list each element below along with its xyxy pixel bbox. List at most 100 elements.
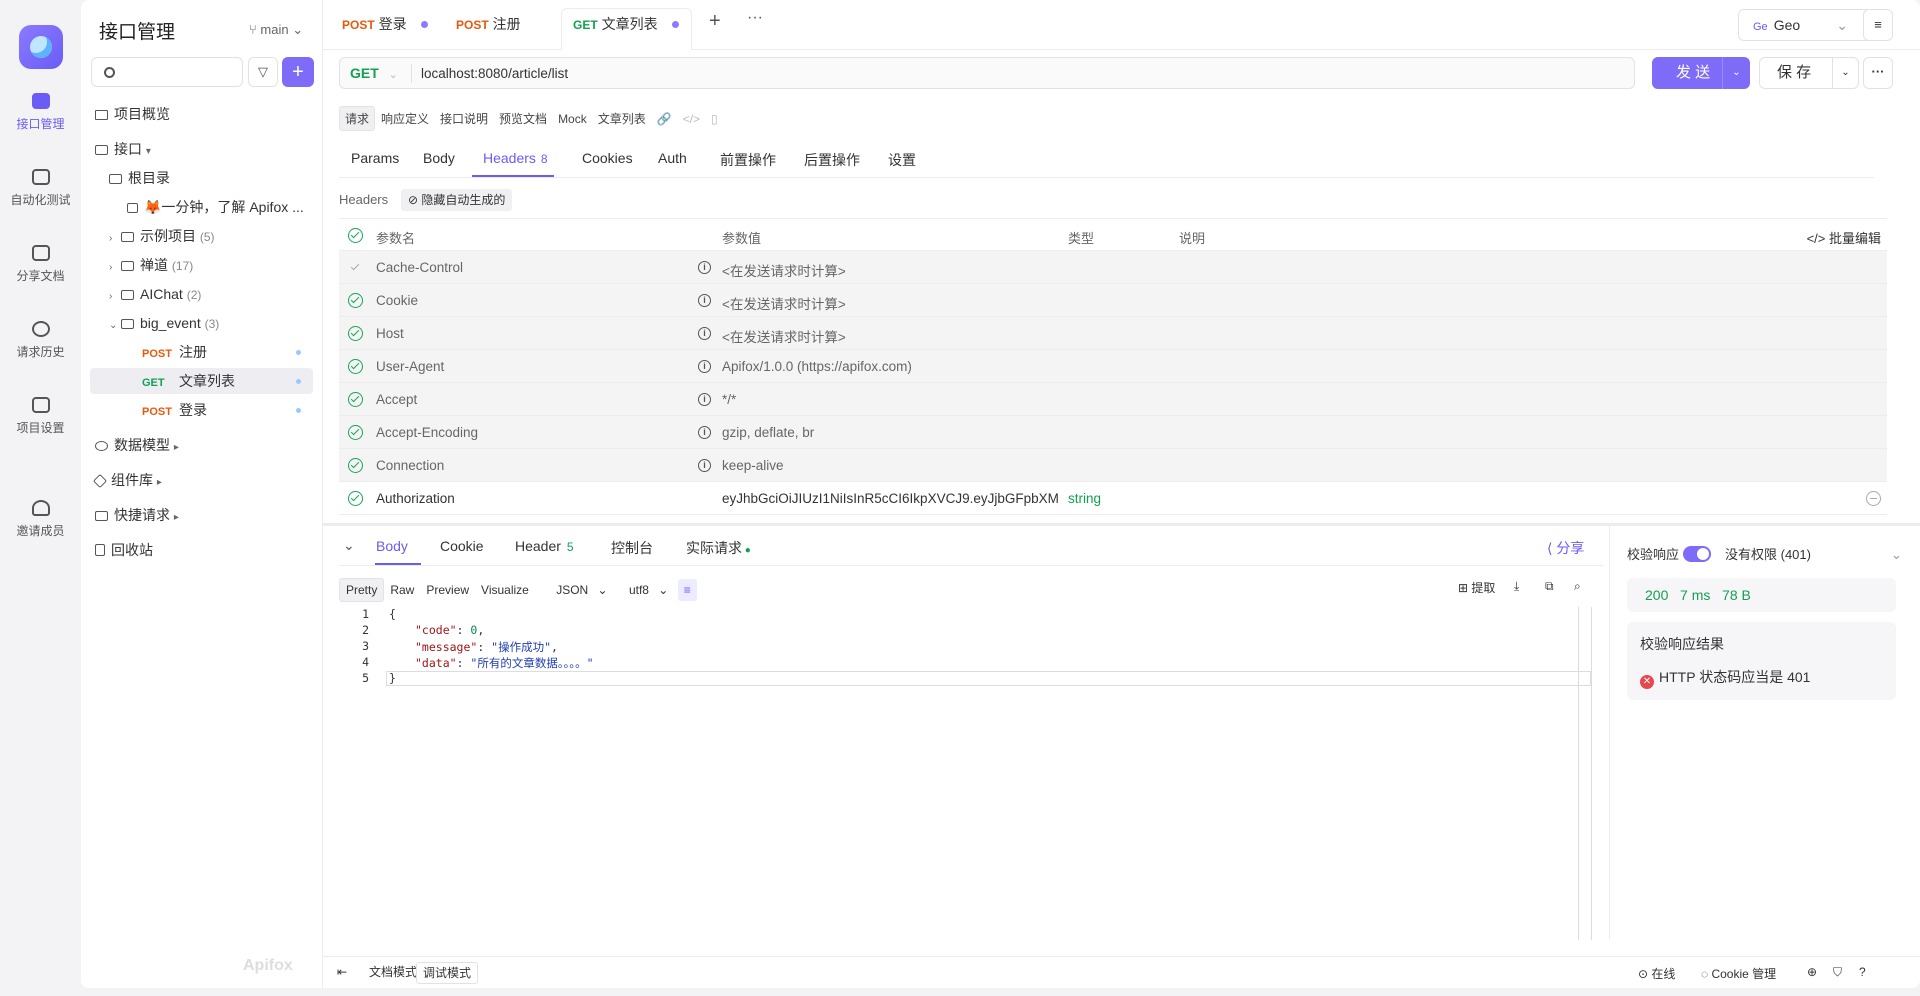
save-button[interactable]: 保 存 ⌄ [1759,57,1859,89]
row-checkbox[interactable] [348,293,363,308]
online-status[interactable]: ⊙ 在线 [1638,965,1675,982]
tree-item-register[interactable]: POST 注册 [142,339,313,365]
url-input[interactable]: localhost:8080/article/list [421,66,568,81]
save-options-dropdown[interactable]: ⌄ [1832,58,1858,88]
tab-post-ops[interactable]: 后置操作 [804,150,860,170]
wrap-toggle[interactable]: ≡ [677,579,697,601]
tab-cookies[interactable]: Cookies [582,150,633,166]
new-tab-button[interactable]: + [709,10,721,32]
header-value-input[interactable]: eyJhbGciOiJIUzI1NiIsInR5cCI6IkpXVCJ9.eyJ… [722,491,1058,506]
tree-item-article-list[interactable]: GET 文章列表 [90,368,313,394]
code-icon[interactable]: </> [678,109,705,129]
extract-button[interactable]: ⊞ 提取 [1458,579,1495,596]
cookie-manager-button[interactable]: ◌ Cookie 管理 [1701,965,1776,982]
response-tab-body[interactable]: Body [376,538,408,554]
chevron-down-icon[interactable]: ⌄ [1891,547,1902,562]
lang-select[interactable]: JSON ⌄ [544,575,613,605]
row-checkbox[interactable] [348,326,363,341]
tab-params[interactable]: Params [351,150,399,166]
select-all-checkbox[interactable] [348,228,363,243]
format-preview[interactable]: Preview [420,579,475,601]
tree-item-login[interactable]: POST 登录 [142,397,313,423]
rail-item-auto-test[interactable]: 自动化测试 [0,169,81,208]
tab-body[interactable]: Body [423,150,455,166]
rail-item-project-settings[interactable]: 项目设置 [0,397,81,436]
debug-mode-button[interactable]: 调试模式 [416,962,479,984]
tree-item-components[interactable]: 组件库 ▸ [92,467,169,493]
tree-item-zentao[interactable]: › 禅道 (17) [109,252,193,278]
send-options-dropdown[interactable]: ⌄ [1722,57,1750,89]
tab-settings[interactable]: 设置 [888,150,916,170]
row-checkbox[interactable] [348,458,363,473]
tab-headers[interactable]: Headers 8 [483,150,548,166]
subtab-preview[interactable]: 预览文档 [494,107,552,130]
batch-edit-button[interactable]: </> 批量编辑 [1807,228,1881,247]
method-select[interactable]: GET ⌄ [350,65,398,81]
format-visualize[interactable]: Visualize [475,579,535,601]
tree-item-trash[interactable]: 回收站 [95,537,153,563]
subtab-mock[interactable]: Mock [553,109,592,129]
subtab-response-def[interactable]: 响应定义 [376,107,434,130]
tree-item-example[interactable]: › 示例项目 (5) [109,223,215,249]
tree-item-root[interactable]: 根目录 [109,165,170,191]
tree-item-intro-doc[interactable]: 🦊一分钟，了解 Apifox ... [127,194,313,220]
search-input[interactable] [91,57,243,87]
branch-selector[interactable]: ⑂ main ⌄ [249,22,303,38]
tab-pre-ops[interactable]: 前置操作 [720,150,776,170]
tree-item-overview[interactable]: 项目概览 [95,101,170,127]
tab-post-register[interactable]: POST 注册 [456,14,521,36]
tree-item-quick-requests[interactable]: 快捷请求 ▸ [95,502,186,528]
row-checkbox[interactable] [348,392,363,407]
link-icon[interactable]: 🔗 [652,109,677,129]
tab-get-article-list[interactable]: GET 文章列表 [573,14,679,36]
tree-item-api[interactable]: 接口 ▾ [95,136,158,162]
row-checkbox[interactable] [348,425,363,440]
format-pretty[interactable]: Pretty [339,578,385,602]
response-tab-actual-request[interactable]: 实际请求 ● [686,538,751,558]
filter-button[interactable]: ▽ [248,57,278,87]
tree-item-data-models[interactable]: 数据模型 ▸ [95,432,186,458]
search-icon[interactable]: ⌕ [1574,579,1581,594]
validation-toggle[interactable] [1683,546,1712,562]
copy-icon[interactable]: ⧉ [1545,579,1554,594]
subtab-api-desc[interactable]: 接口说明 [435,107,493,130]
shirt-icon[interactable]: ⛉ [1833,965,1842,980]
download-icon[interactable]: ⤓ [1514,579,1519,594]
rail-item-share-docs[interactable]: 分享文档 [0,245,81,284]
editor-scrollbar[interactable] [1578,607,1592,940]
main-menu-button[interactable]: ≡ [1863,9,1893,41]
header-type-select[interactable]: string [1068,491,1101,506]
collapse-response-icon[interactable]: ⌄ [343,537,355,554]
send-button[interactable]: 发 送 ⌄ [1652,57,1750,89]
format-raw[interactable]: Raw [384,579,420,601]
tree-item-big-event[interactable]: ⌄ big_event (3) [109,310,219,336]
upload-icon[interactable]: ⊕ [1807,965,1817,979]
response-tab-console[interactable]: 控制台 [611,538,653,558]
row-checkbox[interactable] [348,491,363,506]
doc-mode-button[interactable]: 文档模式 [363,962,423,984]
hide-auto-generated-toggle[interactable]: ⊘ 隐藏自动生成的 [401,189,513,211]
response-tab-header[interactable]: Header 5 [515,538,574,554]
remove-row-icon[interactable] [1866,491,1881,506]
more-actions-button[interactable]: ··· [1863,57,1893,89]
help-icon[interactable]: ? [1859,965,1866,979]
rail-item-history[interactable]: 请求历史 [0,321,81,360]
response-body-editor[interactable]: 1 { 2 "code": 0, 3 "message": "操作成功", 4 … [339,607,1591,940]
tab-more-button[interactable]: ··· [747,9,763,31]
panel-icon[interactable]: ▯ [706,109,723,129]
header-name-input[interactable]: Authorization [376,491,455,506]
tab-post-login[interactable]: POST 登录 [342,14,428,36]
row-checkbox[interactable] [348,260,363,275]
row-checkbox[interactable] [348,359,363,374]
encoding-select[interactable]: utf8 ⌄ [617,575,674,605]
rail-item-invite[interactable]: 邀请成员 [0,500,81,539]
response-tab-cookie[interactable]: Cookie [440,538,484,554]
rail-item-api-management[interactable]: 接口管理 [0,93,81,132]
collapse-sidebar-icon[interactable]: ⇤ [337,965,347,979]
add-button[interactable]: + [282,57,314,87]
url-bar: GET ⌄ localhost:8080/article/list [339,57,1635,89]
tab-auth[interactable]: Auth [658,150,687,166]
subtab-request[interactable]: 请求 [339,106,376,131]
tree-item-aichat[interactable]: › AIChat (2) [109,281,201,307]
share-button[interactable]: ⟨ 分享 [1547,538,1584,558]
